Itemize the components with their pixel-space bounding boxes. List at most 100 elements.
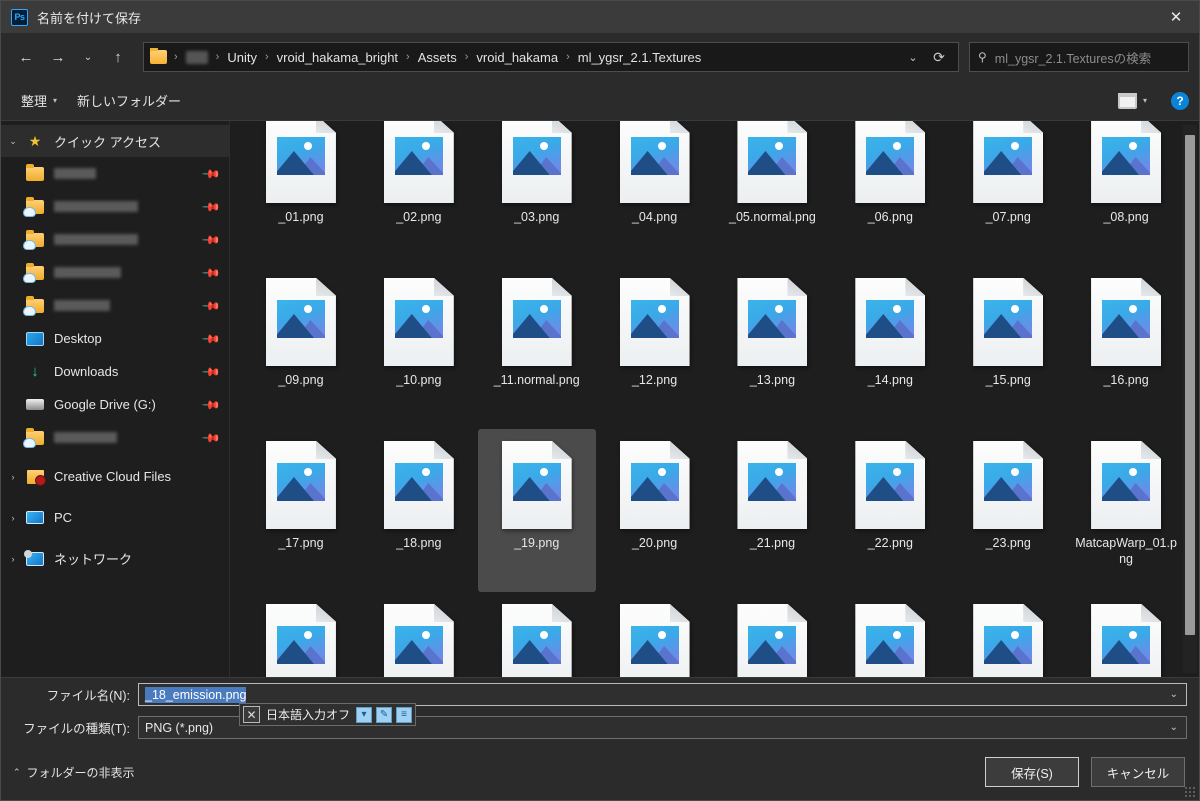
file-tile[interactable]: _07.png <box>949 121 1067 266</box>
file-tile[interactable]: _16.png <box>1067 266 1185 429</box>
pin-icon[interactable]: 📌 <box>201 328 221 348</box>
file-tile[interactable]: _11.normal.png <box>478 266 596 429</box>
pin-icon[interactable]: 📌 <box>201 427 221 447</box>
sidebar-item-creative-cloud-files[interactable]: › Creative Cloud Files <box>1 460 229 493</box>
sidebar-item-downloads[interactable]: ↓ Downloads 📌 <box>1 355 229 388</box>
search-box[interactable]: ⚲ ml_ygsr_2.1.Texturesの検索 <box>969 42 1189 72</box>
sidebar-item-8[interactable]: 📌 <box>1 421 229 454</box>
pin-icon[interactable]: 📌 <box>201 262 221 282</box>
sidebar-item-2[interactable]: 📌 <box>1 223 229 256</box>
breadcrumb-item-2[interactable]: vroid_hakama_bright <box>272 48 403 67</box>
breadcrumb-item-3[interactable]: Assets <box>413 48 462 67</box>
file-tile[interactable]: _05.normal.png <box>714 121 832 266</box>
vertical-scrollbar[interactable] <box>1183 125 1197 673</box>
command-bar: 整理 ▾ 新しいフォルダー ▾ ? <box>1 81 1199 121</box>
breadcrumb-item-5[interactable]: ml_ygsr_2.1.Textures <box>573 48 707 67</box>
chevron-right-icon[interactable]: › <box>1 554 25 564</box>
file-tile[interactable]: N00_000_Hair_00_nml_04.normal.png <box>949 592 1067 677</box>
close-icon[interactable]: ✕ <box>1153 1 1199 33</box>
file-tile[interactable]: _21.png <box>714 429 832 592</box>
ime-disabled-icon[interactable]: ✕ <box>243 706 260 723</box>
file-tile[interactable]: N00_000_Hair_00_nml_02.normal.png <box>714 592 832 677</box>
hide-folders-button[interactable]: ⌃ フォルダーの非表示 <box>13 764 135 781</box>
ime-menu-icon[interactable]: ≡ <box>396 706 413 723</box>
pin-icon[interactable]: 📌 <box>201 229 221 249</box>
chevron-down-icon[interactable]: ⌄ <box>900 44 926 70</box>
file-tile[interactable]: MatcapWarp_02.png <box>242 592 360 677</box>
file-grid: _01.png _02.png _03.png _04.png _05.normal.p… <box>242 121 1185 677</box>
help-icon[interactable]: ? <box>1171 91 1189 110</box>
chevron-right-icon[interactable]: › <box>1 472 25 482</box>
chevron-down-icon[interactable]: ⌄ <box>1170 717 1178 738</box>
scrollbar-thumb[interactable] <box>1185 135 1195 635</box>
file-tile[interactable]: _19.png <box>477 429 596 592</box>
address-bar[interactable]: › › Unity › vroid_hakama_bright › Assets… <box>143 42 959 72</box>
file-tile[interactable]: _09.png <box>242 266 360 429</box>
sidebar-item-3[interactable]: 📌 <box>1 256 229 289</box>
filename-value[interactable]: _18_emission.png <box>145 686 247 703</box>
ime-toolbar[interactable]: ✕ 日本語入力オフ ▾ ✎ ≡ <box>239 703 417 726</box>
file-name-label: _23.png <box>985 536 1031 550</box>
sidebar-item-pc[interactable]: › PC <box>1 501 229 534</box>
resize-grip[interactable] <box>1184 786 1196 798</box>
up-button[interactable]: ↑ <box>103 42 133 72</box>
pin-icon[interactable]: 📌 <box>201 361 221 381</box>
breadcrumb-item-4[interactable]: vroid_hakama <box>471 48 563 67</box>
pin-icon[interactable]: 📌 <box>201 394 221 414</box>
pin-icon[interactable]: 📌 <box>201 196 221 216</box>
view-options-button[interactable]: ▾ <box>1108 88 1157 114</box>
sidebar-item-1[interactable]: 📌 <box>1 190 229 223</box>
back-button[interactable]: ← <box>11 42 41 72</box>
file-name-label: _12.png <box>631 373 678 387</box>
file-tile[interactable]: N00_000_Hair_00_nml_01.normal.png <box>596 592 714 677</box>
refresh-icon[interactable]: ⟳ <box>926 44 952 70</box>
file-tile[interactable]: _13.png <box>714 266 832 429</box>
file-tile[interactable]: MatcapWarp_01.png <box>1067 429 1185 592</box>
file-tile[interactable]: _18.png <box>360 429 478 592</box>
sidebar-item-4[interactable]: 📌 <box>1 289 229 322</box>
file-tile[interactable]: _20.png <box>596 429 714 592</box>
file-tile[interactable]: _14.png <box>831 266 949 429</box>
file-tile[interactable]: _01.png <box>242 121 360 266</box>
sidebar-item-network[interactable]: › ネットワーク <box>1 542 229 575</box>
organize-button[interactable]: 整理 ▾ <box>11 86 67 115</box>
file-tile[interactable]: N00_000_00_HairBack_00_nml.normal.png <box>478 592 596 677</box>
file-tile[interactable]: N00_000_Hair_00_nml_03.normal.png <box>831 592 949 677</box>
file-list-pane[interactable]: _01.png _02.png _03.png _04.png _05.normal.p… <box>230 121 1199 677</box>
sidebar-item-google-drive[interactable]: Google Drive (G:) 📌 <box>1 388 229 421</box>
ime-pad-icon[interactable]: ✎ <box>376 706 393 723</box>
file-tile[interactable]: _10.png <box>360 266 478 429</box>
cancel-button[interactable]: キャンセル <box>1091 757 1185 787</box>
file-name-label: _03.png <box>514 210 560 224</box>
sidebar-item-desktop[interactable]: Desktop 📌 <box>1 322 229 355</box>
save-button[interactable]: 保存(S) <box>985 757 1079 787</box>
file-tile[interactable]: _08.png <box>1067 121 1185 266</box>
file-tile[interactable]: N00_000_00_Face_00_out.png <box>360 592 478 677</box>
file-tile[interactable]: _23.png <box>949 429 1067 592</box>
sidebar-item-0[interactable]: 📌 <box>1 157 229 190</box>
file-tile[interactable]: _12.png <box>596 266 714 429</box>
file-tile[interactable]: _04.png <box>596 121 714 266</box>
breadcrumb-item-0[interactable] <box>185 50 208 64</box>
file-tile[interactable]: _03.png <box>478 121 596 266</box>
file-tile[interactable]: _15.png <box>949 266 1067 429</box>
file-tile[interactable]: _06.png <box>831 121 949 266</box>
pin-icon[interactable]: 📌 <box>201 295 221 315</box>
new-folder-button[interactable]: 新しいフォルダー <box>67 86 191 115</box>
chevron-down-icon[interactable]: ⌄ <box>1 136 25 147</box>
file-name-label: _16.png <box>1103 373 1149 387</box>
recent-locations-button[interactable]: ⌄ <box>75 42 101 72</box>
chevron-right-icon[interactable]: › <box>1 513 25 523</box>
file-tile[interactable]: _17.png <box>242 429 360 592</box>
pin-icon[interactable]: 📌 <box>201 163 221 183</box>
breadcrumb-item-1[interactable]: Unity <box>222 48 262 67</box>
ime-check-icon[interactable]: ▾ <box>356 706 373 723</box>
file-tile[interactable]: _02.png <box>360 121 478 266</box>
chevron-down-icon[interactable]: ⌄ <box>1170 684 1178 705</box>
file-tile[interactable]: N00_000_Hair_00_nml_05.normal.png <box>1067 592 1185 677</box>
search-input[interactable]: ml_ygsr_2.1.Texturesの検索 <box>995 48 1151 67</box>
sidebar-group-quick-access[interactable]: ⌄ ★ クイック アクセス <box>1 125 229 157</box>
file-tile[interactable]: _22.png <box>831 429 949 592</box>
image-file-icon <box>855 121 926 203</box>
forward-button[interactable]: → <box>43 42 73 72</box>
